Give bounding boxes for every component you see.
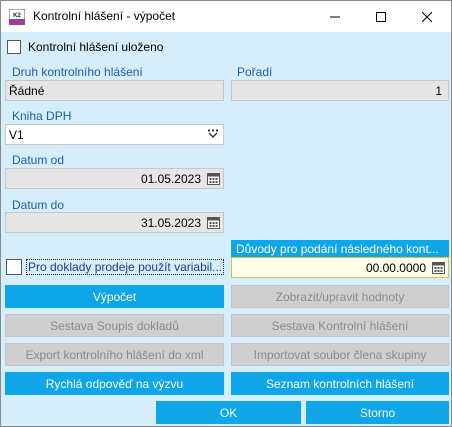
variable-symbol-checkbox[interactable]	[6, 259, 22, 275]
import-button[interactable]: Importovat soubor člena skupiny	[231, 343, 449, 366]
calendar-icon[interactable]	[432, 261, 445, 274]
close-icon	[422, 11, 432, 22]
calendar-icon[interactable]	[207, 216, 220, 229]
ok-button[interactable]: OK	[156, 401, 301, 424]
kniha-select[interactable]: V1	[5, 124, 224, 145]
druh-field[interactable]: Řádné	[5, 80, 224, 101]
datum-do-value: 31.05.2023	[140, 215, 201, 230]
seznam-kh-button[interactable]: Seznam kontrolních hlášení	[231, 372, 449, 395]
poradi-value: 1	[435, 83, 442, 98]
datum-od-value: 01.05.2023	[140, 171, 201, 186]
calendar-icon[interactable]	[207, 172, 220, 185]
druh-value: Řádné	[9, 83, 45, 98]
datum-do-field[interactable]: 31.05.2023	[5, 212, 224, 233]
duvody-date-field[interactable]: 00.00.0000	[231, 257, 449, 278]
variable-symbol-label[interactable]: Pro doklady prodeje použít variabil...	[26, 259, 225, 275]
druh-label: Druh kontrolního hlášení	[12, 65, 143, 79]
k2-app-icon: K2	[9, 9, 25, 25]
rychla-odpoved-button[interactable]: Rychlá odpověď na výzvu	[5, 372, 224, 395]
kniha-label: Kniha DPH	[12, 109, 72, 123]
kniha-value: V1	[9, 127, 24, 142]
poradi-label: Pořadí	[237, 65, 273, 79]
minimize-icon	[330, 16, 340, 17]
window-title: Kontrolní hlášení - výpočet	[33, 9, 176, 23]
close-button[interactable]	[404, 1, 450, 32]
maximize-button[interactable]	[358, 1, 404, 32]
dialog-window: K2 Kontrolní hlášení - výpočet Kontrolní…	[0, 0, 452, 427]
minimize-button[interactable]	[312, 1, 358, 32]
export-xml-button[interactable]: Export kontrolního hlášení do xml	[5, 343, 224, 366]
poradi-field[interactable]: 1	[231, 80, 449, 101]
duvody-header: Důvody pro podání následného kont...	[231, 240, 449, 257]
datum-do-label: Datum do	[12, 198, 65, 212]
datum-od-field[interactable]: 01.05.2023	[5, 168, 224, 189]
storno-button[interactable]: Storno	[306, 401, 449, 424]
sestava-soupis-button[interactable]: Sestava Soupis dokladů	[5, 314, 224, 337]
dropdown-chevron-icon[interactable]	[207, 129, 219, 139]
saved-checkbox[interactable]	[7, 40, 21, 54]
duvody-value: 00.00.0000	[365, 260, 426, 275]
dialog-content: Kontrolní hlášení uloženo Druh kontrolní…	[1, 32, 451, 426]
sestava-kh-button[interactable]: Sestava Kontrolní hlášení	[231, 314, 449, 337]
svg-text:K2: K2	[13, 13, 21, 19]
vypocet-button[interactable]: Výpočet	[5, 285, 224, 308]
saved-label: Kontrolní hlášení uloženo	[28, 40, 164, 54]
zobrazit-button[interactable]: Zobrazit/upravit hodnoty	[231, 285, 449, 308]
maximize-icon	[376, 11, 386, 22]
title-bar[interactable]: K2 Kontrolní hlášení - výpočet	[1, 1, 451, 32]
datum-od-label: Datum od	[12, 153, 65, 167]
